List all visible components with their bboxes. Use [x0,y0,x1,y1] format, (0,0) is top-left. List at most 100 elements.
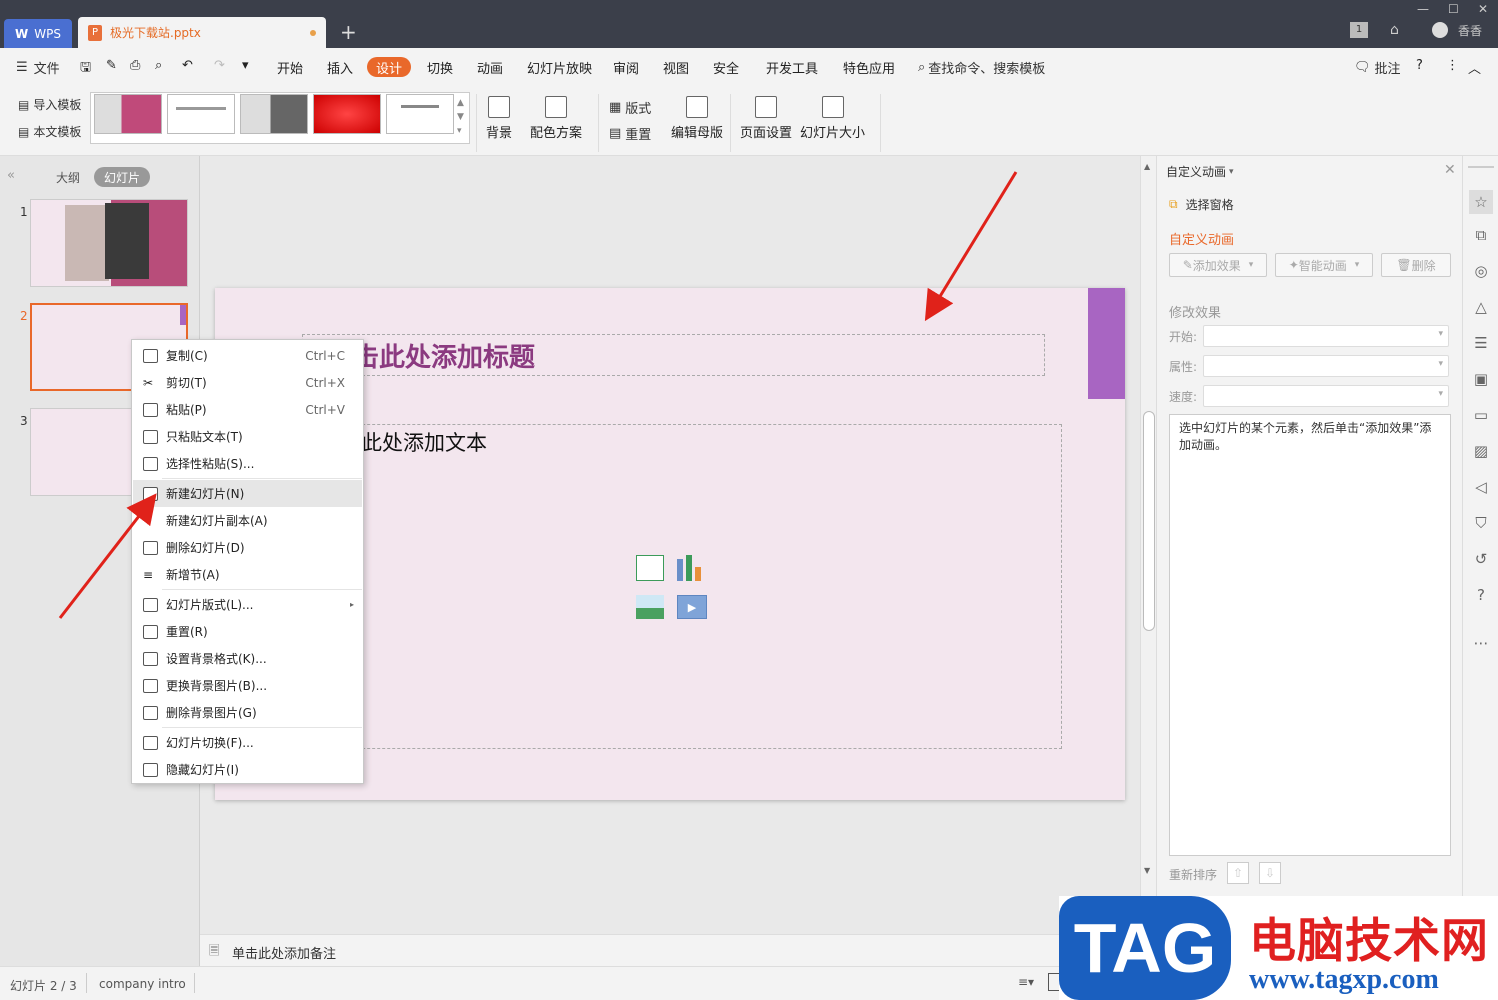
menu-item-format-background[interactable]: 设置背景格式(K)... [133,645,362,672]
maximize-icon[interactable]: ☐ [1448,2,1459,16]
layout-button[interactable]: ▦ 版式 [609,98,651,117]
tab-transition[interactable]: 切换 [427,58,453,77]
menu-item-slide-layout[interactable]: 幻灯片版式(L)... ▸ [133,591,362,618]
comment-button[interactable]: 🗨 批注 [1354,58,1401,77]
insert-table-icon[interactable] [636,555,664,581]
content-placeholder[interactable]: 此处添加文本 ▶ [302,424,1062,749]
smart-animation-button[interactable]: ✦ 智能动画 ▾ [1275,253,1373,277]
background-button[interactable]: 背景 [486,96,512,141]
text-style-icon[interactable]: △ [1472,298,1490,316]
start-select[interactable]: ▾ [1203,325,1449,347]
menu-item-duplicate-slide[interactable]: 新建幻灯片副本(A) [133,507,362,534]
menu-item-delete-slide[interactable]: 删除幻灯片(D) [133,534,362,561]
this-template-button[interactable]: ▤ 本文模板 [18,123,81,140]
template-thumb-4[interactable] [313,94,381,134]
file-menu[interactable]: ☰ 文件 [16,58,60,77]
menu-item-paste[interactable]: 粘贴(P) Ctrl+V [133,396,362,423]
edit-master-button[interactable]: 编辑母版 [671,96,723,141]
tab-insert[interactable]: 插入 [327,58,353,77]
color-scheme-button[interactable]: 配色方案 [530,96,582,141]
history-icon[interactable]: ↺ [1472,550,1490,568]
scroll-up-icon[interactable]: ▲ [1144,162,1150,171]
picture-icon[interactable]: ▨ [1472,442,1490,460]
menu-item-delete-background-image[interactable]: 删除背景图片(G) [133,699,362,726]
move-up-icon[interactable]: ⇧ [1227,862,1249,884]
menu-item-new-slide[interactable]: 新建幻灯片(N) [133,480,362,507]
copy-style-icon[interactable]: ⧉ [1472,226,1490,244]
close-window-icon[interactable]: ✕ [1478,2,1488,16]
template-thumb-3[interactable] [240,94,308,134]
help-circle-icon[interactable]: ? [1472,586,1490,604]
command-search[interactable]: ⌕ 查找命令、搜索模板 [918,58,1045,77]
redo-icon[interactable]: ↷ [214,58,225,73]
tab-slideshow[interactable]: 幻灯片放映 [527,58,592,77]
print-icon[interactable]: ⎙ [130,58,140,73]
shapes-icon[interactable]: ◎ [1472,262,1490,280]
menu-item-paste-special[interactable]: 选择性粘贴(S)... [133,450,362,477]
reset-button[interactable]: ▤ 重置 [609,124,651,143]
gallery-scroll-icon[interactable]: ▲ ▼ ▾ [457,96,464,138]
tab-outline[interactable]: 大纲 [46,167,90,187]
template-thumb-2[interactable] [167,94,235,134]
slide-size-button[interactable]: 幻灯片大小 [800,96,865,141]
slide-thumbnail-1[interactable] [30,199,188,287]
minimize-icon[interactable]: — [1417,2,1429,16]
menu-item-paste-text-only[interactable]: 只粘贴文本(T) [133,423,362,450]
tab-developer[interactable]: 开发工具 [766,58,818,77]
tab-security[interactable]: 安全 [713,58,739,77]
menu-item-copy[interactable]: 复制(C) Ctrl+C [133,342,362,369]
tab-review[interactable]: 审阅 [613,58,639,77]
tab-home[interactable]: 开始 [277,58,303,77]
archive-icon[interactable]: ▭ [1472,406,1490,424]
help-icon[interactable]: ? [1416,58,1423,73]
undo-icon[interactable]: ↶ [182,58,193,73]
skin-shirt-icon[interactable]: ⌂ [1390,22,1399,38]
scroll-thumb[interactable] [1143,411,1155,631]
save-icon[interactable]: 🖫 [80,58,91,80]
avatar[interactable] [1432,22,1448,38]
collapse-ribbon-icon[interactable]: ︿ [1468,58,1481,77]
wps-home-tab[interactable]: W WPS [4,19,72,48]
tab-animation[interactable]: 动画 [477,58,503,77]
new-tab-button[interactable]: + [340,20,357,44]
shield-icon[interactable]: ⛉ [1472,514,1490,532]
menu-item-slide-transition[interactable]: 幻灯片切换(F)... [133,729,362,756]
speed-select[interactable]: ▾ [1203,385,1449,407]
selection-pane-button[interactable]: ⧉ 选择窗格 [1169,196,1234,213]
sound-icon[interactable]: ◁ [1472,478,1490,496]
insert-chart-icon[interactable] [677,555,705,581]
menu-item-reset[interactable]: 重置(R) [133,618,362,645]
menu-item-cut[interactable]: ✂ 剪切(T) Ctrl+X [133,369,362,396]
delete-animation-button[interactable]: 🗑 删除 [1381,253,1451,277]
tab-design[interactable]: 设计 [367,57,411,77]
page-setup-button[interactable]: 页面设置 [740,96,792,141]
menu-item-hide-slide[interactable]: 隐藏幻灯片(I) [133,756,362,783]
menu-item-change-background-image[interactable]: 更换背景图片(B)... [133,672,362,699]
move-down-icon[interactable]: ⇩ [1259,862,1281,884]
add-effect-button[interactable]: ✎ 添加效果 ▾ [1169,253,1267,277]
page-count-badge[interactable]: 1 [1350,22,1368,38]
image-list-icon[interactable]: ▣ [1472,370,1490,388]
format-painter-icon[interactable]: ✎ [106,58,117,73]
title-placeholder[interactable]: 击此处添加标题 [302,334,1045,376]
notes-toggle-icon[interactable]: ≡▾ [1018,975,1034,989]
insert-video-icon[interactable]: ▶ [677,595,707,619]
tab-special-apps[interactable]: 特色应用 [843,58,895,77]
user-name[interactable]: 香香 [1458,22,1482,39]
menu-item-add-section[interactable]: ≡ 新增节(A) [133,561,362,588]
quick-access-dropdown-icon[interactable]: ▾ [242,58,249,73]
more-options-icon[interactable]: ⋮ [1446,58,1459,73]
scroll-down-icon[interactable]: ▼ [1144,866,1150,875]
notes-pane[interactable]: 🗏 单击此处添加备注 [200,934,1140,966]
tab-view[interactable]: 视图 [663,58,689,77]
collapse-panel-icon[interactable]: « [7,168,15,183]
import-template-button[interactable]: ▤ 导入模板 [18,96,81,113]
template-thumb-1[interactable] [94,94,162,134]
document-tab[interactable]: P 极光下载站.pptx [78,17,326,48]
close-panel-icon[interactable]: ✕ [1444,162,1456,178]
properties-sliders-icon[interactable]: ☰ [1472,334,1490,352]
insert-picture-icon[interactable] [636,595,664,619]
property-select[interactable]: ▾ [1203,355,1449,377]
more-icon[interactable]: ⋯ [1472,634,1490,652]
animation-star-icon[interactable]: ☆ [1469,190,1493,214]
